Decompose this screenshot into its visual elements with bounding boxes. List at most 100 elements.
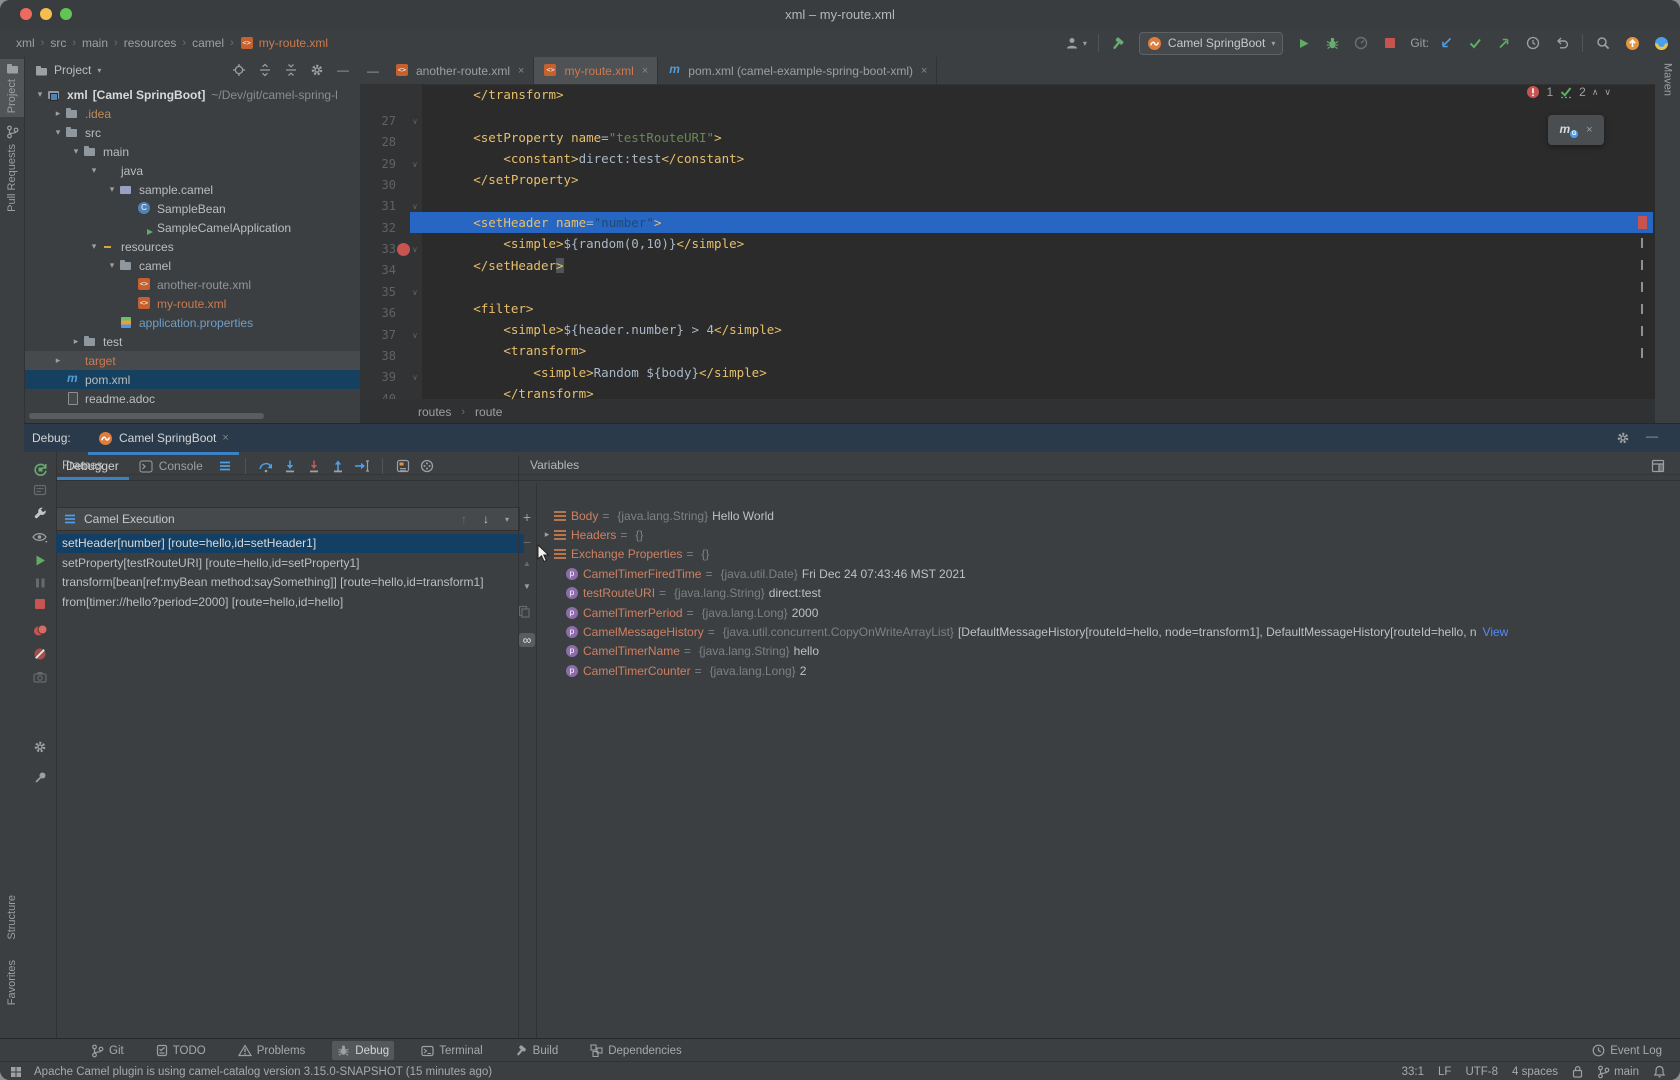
thread-dump-icon[interactable] [31,481,49,499]
code-line[interactable]: </setHeader> [413,255,564,276]
breakpoints-icon[interactable] [31,621,49,639]
variable-row[interactable]: pCamelTimerCounter={java.lang.Long}2 [536,661,1666,680]
collapse-all-icon[interactable] [282,61,300,79]
breadcrumb-current-file[interactable]: my-route.xml [240,36,328,50]
close-icon[interactable]: × [1586,124,1592,136]
frame-row[interactable]: setProperty[testRouteURI] [route=hello,i… [56,554,524,573]
code-line[interactable]: <transform> [413,340,586,361]
code-line[interactable]: </setProperty> [413,169,579,190]
view-options-icon[interactable] [31,528,49,546]
stripe-mark[interactable] [1641,326,1643,336]
breadcrumb-item[interactable]: xml [16,36,35,50]
mute-breakpoints-icon[interactable] [31,645,49,663]
expand-icon[interactable]: ▸ [540,529,554,540]
debug-button[interactable] [1323,34,1341,52]
stripe-mark[interactable] [1641,282,1643,292]
variable-row[interactable]: pCamelTimerFiredTime={java.util.Date}Fri… [536,564,1666,583]
tree-toggle-icon[interactable]: ▸ [51,355,65,366]
editor-tab[interactable]: another-route.xml× [386,57,534,84]
file-encoding[interactable]: UTF-8 [1465,1066,1498,1078]
hide-tabs-icon[interactable]: — [360,57,386,84]
tree-item[interactable]: SampleBean [25,199,360,218]
line-number[interactable]: 34 [366,260,396,281]
sidebar-item-project[interactable]: Project [0,59,24,117]
tree-toggle-icon[interactable]: ▸ [69,336,83,347]
code-line[interactable]: </transform> [413,84,564,105]
stripe-mark[interactable] [1641,260,1643,270]
view-link[interactable]: View [1483,625,1509,639]
close-tab-icon[interactable]: × [921,65,927,77]
debug-session-tab[interactable]: Camel SpringBoot × [88,424,239,455]
tool-window-button-debug[interactable]: Debug [332,1041,394,1060]
horizontal-scrollbar[interactable] [29,413,264,419]
inspections-widget[interactable]: 1 2 ∧ ∨ [1526,85,1611,99]
line-number[interactable]: 32 [366,218,396,239]
move-down-icon[interactable]: ▼ [518,582,536,591]
add-watch-icon[interactable]: + [518,509,536,525]
sidebar-item-favorites[interactable]: Favorites [0,960,24,1005]
code-line[interactable]: <simple>${header.number} > 4</simple> [413,319,782,340]
hide-panel-icon[interactable]: — [334,61,352,79]
down-icon[interactable]: ↓ [483,512,489,526]
vcs-update-icon[interactable] [1437,34,1455,52]
hide-debug-panel-icon[interactable]: — [1646,429,1658,443]
build-project-icon[interactable] [1110,34,1128,52]
code-line[interactable]: <constant>direct:test</constant> [413,148,744,169]
tool-window-button-build[interactable]: Build [510,1041,564,1060]
variable-row[interactable]: ▸Headers={} [536,525,1666,544]
breadcrumb-routes[interactable]: routes [418,405,451,419]
tree-item[interactable]: ▾src [25,123,360,142]
remove-watch-icon[interactable]: − [518,534,536,550]
close-tab-icon[interactable]: × [518,65,524,77]
move-up-icon[interactable]: ▲ [518,559,536,568]
line-number[interactable]: 38 [366,346,396,367]
close-icon[interactable]: × [222,432,228,444]
up-icon[interactable]: ↑ [461,512,467,526]
line-number[interactable]: 28 [366,132,396,153]
frame-row[interactable]: setHeader[number] [route=hello,id=setHea… [56,534,524,553]
tree-toggle-icon[interactable]: ▸ [51,108,65,119]
chevron-down-icon[interactable]: ▾ [505,515,509,524]
tool-window-button-git[interactable]: Git [86,1041,129,1060]
code-line[interactable]: <setHeader name="number"> [413,212,661,233]
line-separator[interactable]: LF [1438,1066,1451,1078]
tree-item[interactable]: ▸.idea [25,104,360,123]
variable-row[interactable]: Body={java.lang.String}Hello World [536,506,1666,525]
profiler-button[interactable] [1352,34,1370,52]
line-number[interactable]: 31 [366,196,396,217]
breadcrumb-item[interactable]: resources [124,36,177,50]
tree-toggle-icon[interactable]: ▾ [33,89,47,100]
debugger-settings-icon[interactable] [31,505,49,523]
code-line[interactable]: <setProperty name="testRouteURI"> [413,127,722,148]
settings-icon[interactable] [31,738,49,756]
event-log-button[interactable]: Event Log [1592,1044,1662,1057]
next-error-icon[interactable]: ∨ [1604,87,1611,98]
tree-item[interactable]: ▸test [25,332,360,351]
line-number[interactable]: 36 [366,303,396,324]
thread-selector[interactable]: Camel Execution ↑ ↓ ▾ [56,507,520,531]
tree-item[interactable]: ▸target [25,351,360,370]
breadcrumb-item[interactable]: camel [192,36,224,50]
ide-feature-icon[interactable] [1652,34,1670,52]
line-number[interactable]: 35 [366,282,396,303]
variable-row[interactable]: ptestRouteURI={java.lang.String}direct:t… [536,584,1666,603]
stop-button[interactable] [1381,34,1399,52]
tree-item[interactable]: SampleCamelApplication [25,218,360,237]
pin-icon[interactable] [31,768,49,786]
tree-toggle-icon[interactable]: ▾ [105,184,119,195]
line-number[interactable]: 27 [366,111,396,132]
history-icon[interactable] [1524,34,1542,52]
stop-icon[interactable] [31,595,49,613]
tree-item[interactable]: ▾xml[Camel SpringBoot]~/Dev/git/camel-sp… [25,85,360,104]
vcs-push-icon[interactable] [1495,34,1513,52]
code-line[interactable]: <filter> [413,298,533,319]
user-icon[interactable] [1063,34,1081,52]
tree-toggle-icon[interactable]: ▾ [87,241,101,252]
tree-item[interactable]: pom.xml [25,370,360,389]
evaluate-watch-icon[interactable]: ∞ [519,633,535,647]
tree-item[interactable]: readme.adoc [25,389,360,408]
variable-row[interactable]: pCamelMessageHistory={java.util.concurre… [536,622,1666,641]
copy-icon[interactable] [518,605,536,618]
stripe-mark[interactable] [1641,348,1643,358]
divider[interactable] [518,455,519,1039]
